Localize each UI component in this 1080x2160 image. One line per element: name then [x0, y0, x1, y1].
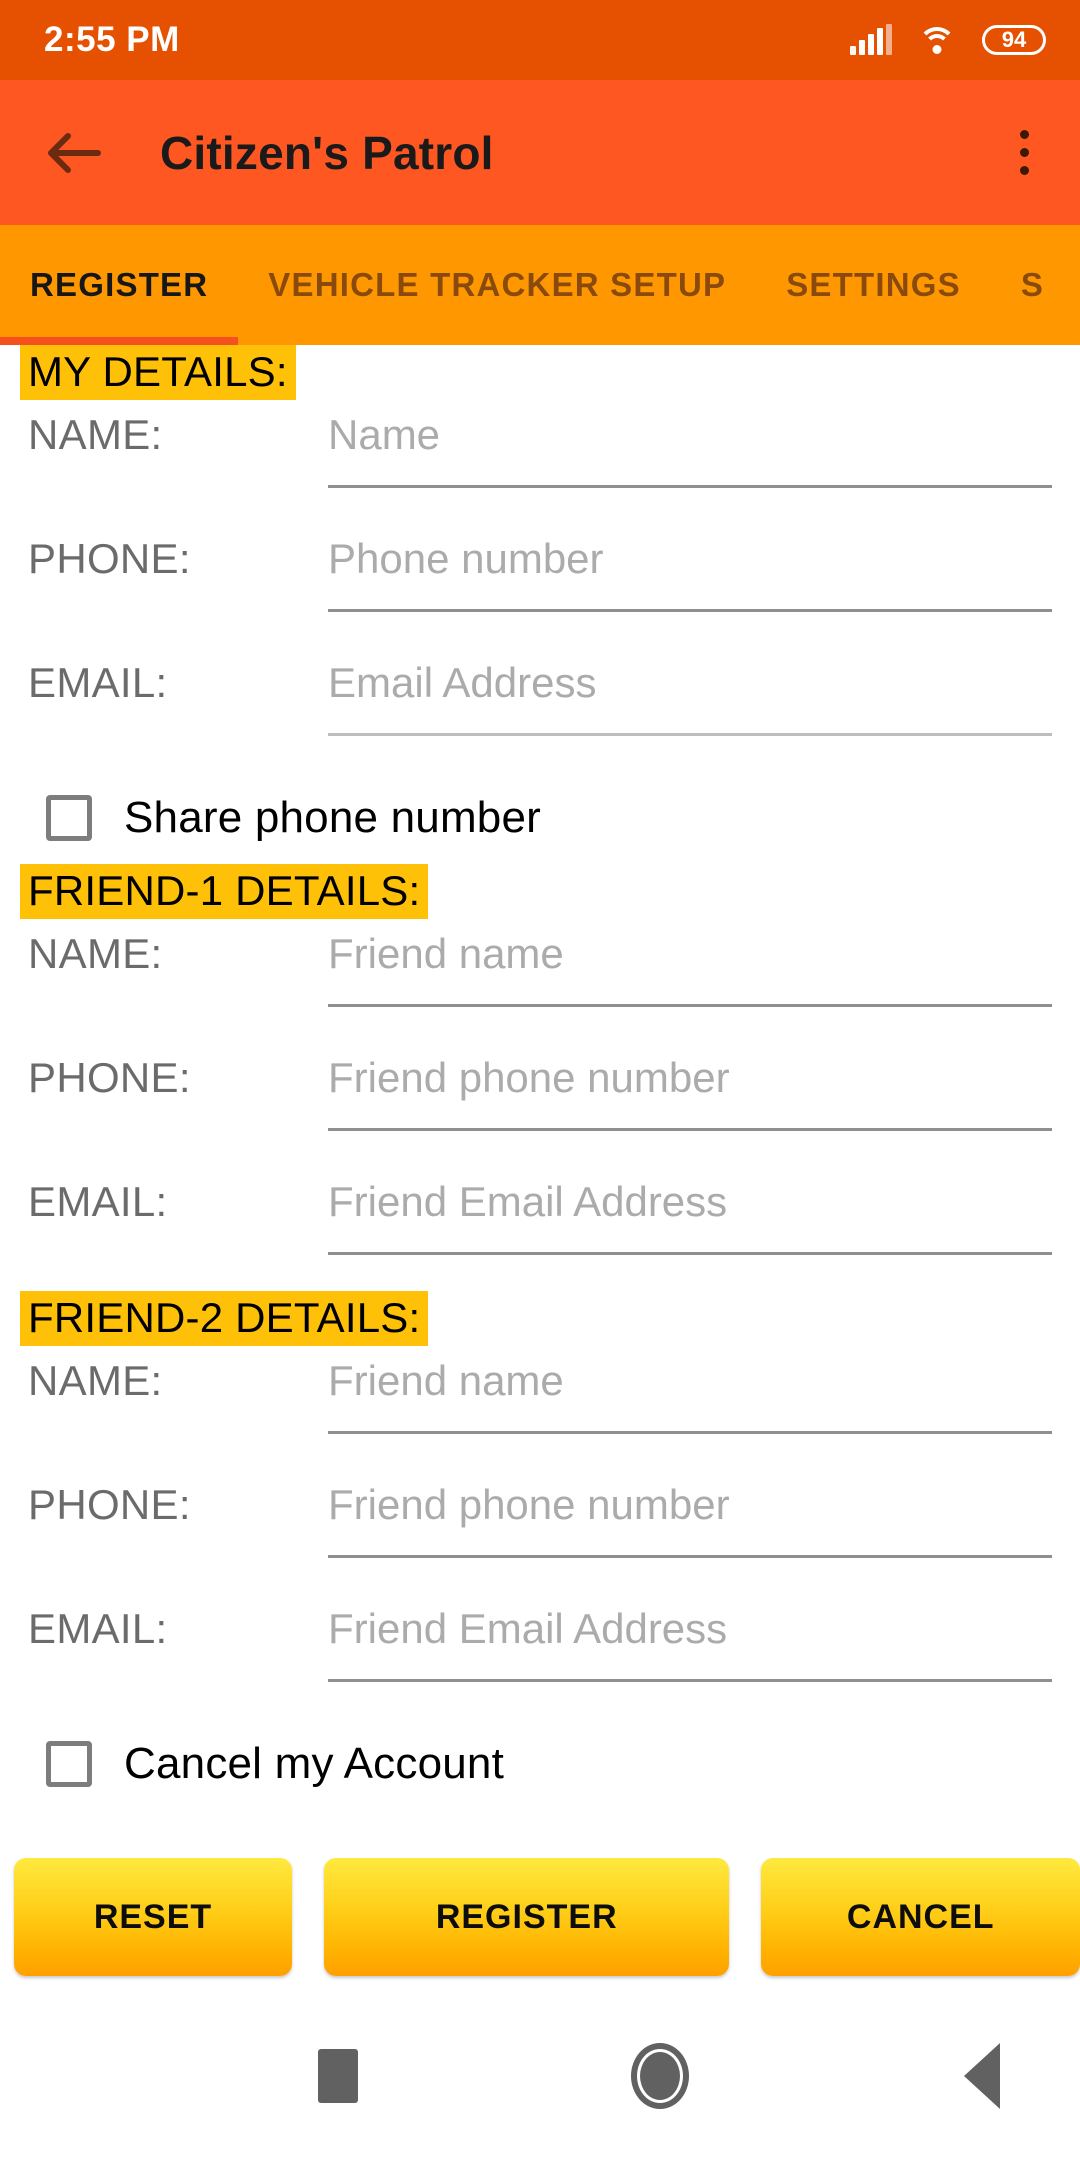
- cancel-account-label: Cancel my Account: [124, 1739, 505, 1789]
- reset-button[interactable]: RESET: [14, 1858, 293, 1976]
- field-label-my-email: EMAIL:: [28, 659, 168, 707]
- status-time: 2:55 PM: [44, 20, 180, 59]
- input-underline: [328, 485, 1052, 489]
- battery-icon: 94: [982, 25, 1046, 55]
- my-name-placeholder: Name: [328, 411, 441, 459]
- wifi-icon: [918, 25, 956, 55]
- tab-partial[interactable]: S: [991, 225, 1074, 345]
- input-underline: [328, 609, 1052, 613]
- friend1-name-input[interactable]: Friend name: [328, 919, 1052, 1008]
- overflow-menu-icon[interactable]: [1002, 122, 1046, 184]
- signal-bars-icon: [850, 24, 892, 55]
- cancel-button[interactable]: CANCEL: [761, 1858, 1080, 1976]
- field-row-friend1-name: NAME: Friend name: [0, 919, 1080, 1043]
- cancel-account-checkbox-row[interactable]: Cancel my Account: [0, 1718, 1080, 1810]
- friend2-phone-placeholder: Friend phone number: [328, 1481, 730, 1529]
- action-button-bar: RESET REGISTER CANCEL: [0, 1842, 1080, 1992]
- my-phone-input[interactable]: Phone number: [328, 524, 1052, 613]
- field-row-friend1-email: EMAIL: Friend Email Address: [0, 1167, 1080, 1291]
- tab-register[interactable]: REGISTER: [0, 225, 239, 345]
- field-row-friend1-phone: PHONE: Friend phone number: [0, 1043, 1080, 1167]
- field-row-my-name: NAME: Name: [0, 400, 1080, 524]
- field-label-friend2-email: EMAIL:: [28, 1605, 168, 1653]
- share-phone-number-checkbox[interactable]: [46, 795, 92, 842]
- friend2-email-input[interactable]: Friend Email Address: [328, 1594, 1052, 1683]
- register-form: MY DETAILS: NAME: Name PHONE: Phone numb…: [0, 345, 1080, 1992]
- field-label-friend1-phone: PHONE:: [28, 1054, 191, 1102]
- field-label-my-name: NAME:: [28, 411, 163, 459]
- circle-home-icon[interactable]: [585, 1992, 735, 2160]
- friend1-phone-placeholder: Friend phone number: [328, 1054, 730, 1102]
- input-underline: [328, 1252, 1052, 1256]
- input-underline: [328, 1431, 1052, 1435]
- section-heading-friend-1: FRIEND-1 DETAILS:: [20, 864, 429, 920]
- friend2-phone-input[interactable]: Friend phone number: [328, 1470, 1052, 1559]
- cancel-account-checkbox[interactable]: [46, 1741, 92, 1788]
- friend2-name-input[interactable]: Friend name: [328, 1346, 1052, 1435]
- field-label-friend1-name: NAME:: [28, 930, 163, 978]
- square-recents-icon[interactable]: [263, 1992, 413, 2160]
- my-name-input[interactable]: Name: [328, 400, 1052, 489]
- friend1-phone-input[interactable]: Friend phone number: [328, 1043, 1052, 1132]
- input-underline: [328, 1555, 1052, 1559]
- tab-settings[interactable]: SETTINGS: [756, 225, 991, 345]
- field-row-my-phone: PHONE: Phone number: [0, 524, 1080, 648]
- my-email-placeholder: Email Address: [328, 659, 597, 707]
- field-row-my-email: EMAIL: Email Address: [0, 648, 1080, 772]
- battery-level: 94: [1001, 27, 1027, 52]
- my-email-input[interactable]: Email Address: [328, 648, 1052, 737]
- input-underline: [328, 1679, 1052, 1683]
- tab-bar[interactable]: REGISTER VEHICLE TRACKER SETUP SETTINGS …: [0, 225, 1080, 345]
- friend1-name-placeholder: Friend name: [328, 930, 564, 978]
- tab-vehicle-tracker-setup[interactable]: VEHICLE TRACKER SETUP: [238, 225, 756, 345]
- my-phone-placeholder: Phone number: [328, 535, 604, 583]
- status-bar: 2:55 PM 94: [0, 0, 1080, 80]
- android-nav-bar: [0, 1992, 1080, 2160]
- input-underline: [328, 1004, 1052, 1008]
- section-heading-my-details: MY DETAILS:: [20, 345, 296, 401]
- share-phone-number-label: Share phone number: [124, 793, 542, 843]
- register-button[interactable]: REGISTER: [324, 1858, 730, 1976]
- back-arrow-icon[interactable]: [42, 122, 104, 184]
- friend1-email-input[interactable]: Friend Email Address: [328, 1167, 1052, 1256]
- page-title: Citizen's Patrol: [160, 126, 494, 179]
- field-label-my-phone: PHONE:: [28, 535, 191, 583]
- input-underline: [328, 733, 1052, 737]
- friend1-email-placeholder: Friend Email Address: [328, 1178, 728, 1226]
- share-phone-number-checkbox-row[interactable]: Share phone number: [0, 772, 1080, 864]
- friend2-email-placeholder: Friend Email Address: [328, 1605, 728, 1653]
- field-label-friend2-name: NAME:: [28, 1357, 163, 1405]
- section-heading-friend-2: FRIEND-2 DETAILS:: [20, 1291, 429, 1347]
- friend2-name-placeholder: Friend name: [328, 1357, 564, 1405]
- field-label-friend2-phone: PHONE:: [28, 1481, 191, 1529]
- field-row-friend2-email: EMAIL: Friend Email Address: [0, 1594, 1080, 1718]
- app-bar: Citizen's Patrol: [0, 80, 1080, 225]
- field-row-friend2-phone: PHONE: Friend phone number: [0, 1470, 1080, 1594]
- triangle-back-icon[interactable]: [907, 1992, 1057, 2160]
- input-underline: [328, 1128, 1052, 1132]
- status-icons: 94: [850, 24, 1046, 55]
- field-row-friend2-name: NAME: Friend name: [0, 1346, 1080, 1470]
- field-label-friend1-email: EMAIL:: [28, 1178, 168, 1226]
